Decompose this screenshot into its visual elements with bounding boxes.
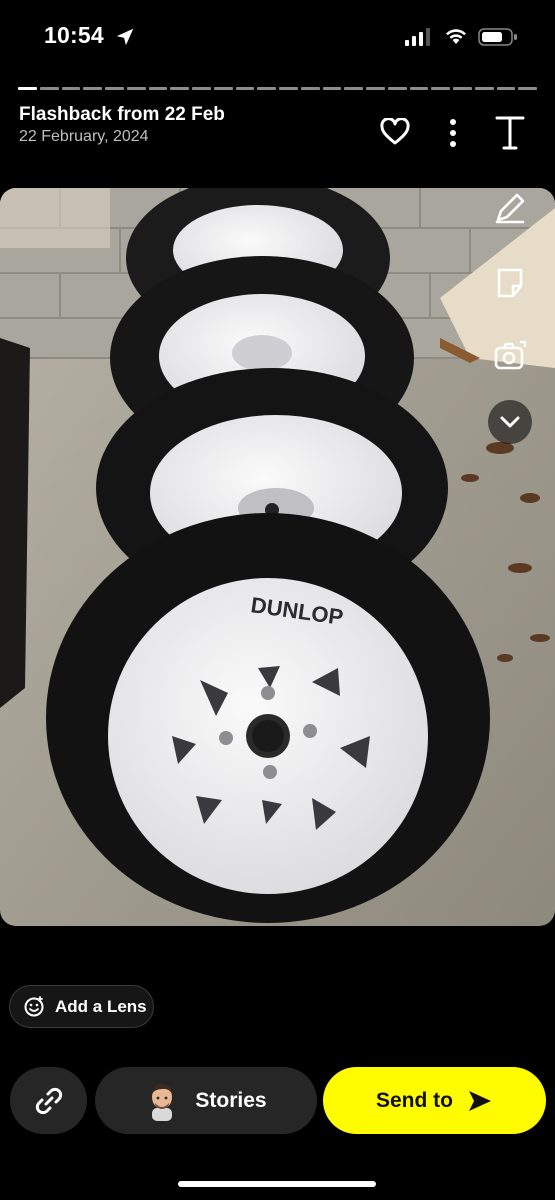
stories-label: Stories <box>195 1088 267 1112</box>
add-lens-label: Add a Lens <box>55 996 147 1016</box>
home-indicator[interactable] <box>178 1181 376 1187</box>
camera-flip-tool[interactable] <box>491 337 529 375</box>
progress-segment <box>496 87 516 90</box>
location-arrow-icon <box>116 28 134 46</box>
cellular-signal-icon <box>405 28 430 46</box>
memory-photo[interactable]: DUNLOP <box>0 188 555 926</box>
link-icon <box>35 1087 62 1114</box>
progress-segment <box>409 87 429 90</box>
progress-segment <box>213 87 233 90</box>
page-title: Flashback from 22 Feb <box>19 104 225 125</box>
stories-button[interactable]: Stories <box>95 1067 317 1134</box>
progress-segment <box>344 87 363 90</box>
send-to-label: Send to <box>376 1088 453 1112</box>
story-progress-bar <box>18 87 537 90</box>
add-lens-button[interactable]: Add a Lens <box>9 985 154 1028</box>
progress-segment <box>192 87 211 90</box>
progress-segment <box>453 87 472 90</box>
send-to-button[interactable]: Send to <box>323 1067 546 1134</box>
heart-icon[interactable] <box>380 118 410 146</box>
progress-segment <box>83 87 102 90</box>
progress-segment <box>322 87 342 90</box>
status-time: 10:54 <box>44 22 104 48</box>
sticker-icon <box>497 268 523 298</box>
more-options-icon[interactable] <box>443 118 463 148</box>
wifi-icon <box>446 29 466 44</box>
memory-date: 22 February, 2024 <box>19 128 149 145</box>
pencil-icon <box>495 193 525 224</box>
tyres-photo: DUNLOP <box>0 188 555 926</box>
progress-segment <box>126 87 146 90</box>
progress-segment <box>105 87 124 90</box>
text-tool-icon[interactable] <box>494 115 526 151</box>
progress-segment <box>148 87 168 90</box>
progress-segment <box>518 87 537 90</box>
progress-segment <box>61 87 81 90</box>
progress-segment <box>18 87 37 90</box>
bitmoji-avatar-icon <box>152 1083 173 1121</box>
progress-segment <box>235 87 255 90</box>
progress-segment <box>474 87 494 90</box>
progress-segment <box>39 87 59 90</box>
camera-flip-icon <box>494 340 527 370</box>
progress-segment <box>387 87 407 90</box>
progress-segment <box>300 87 320 90</box>
more-tools-button[interactable] <box>488 400 532 444</box>
battery-icon <box>478 28 517 46</box>
send-arrow-icon <box>469 1090 491 1111</box>
sticker-tool[interactable] <box>491 264 529 302</box>
progress-segment <box>279 87 298 90</box>
progress-segment <box>431 87 450 90</box>
link-button[interactable] <box>10 1067 87 1134</box>
lens-smile-icon <box>24 995 44 1016</box>
chevron-down-icon <box>500 416 520 428</box>
progress-segment <box>257 87 276 90</box>
progress-segment <box>170 87 189 90</box>
pencil-tool[interactable] <box>491 189 529 227</box>
progress-segment <box>366 87 385 90</box>
